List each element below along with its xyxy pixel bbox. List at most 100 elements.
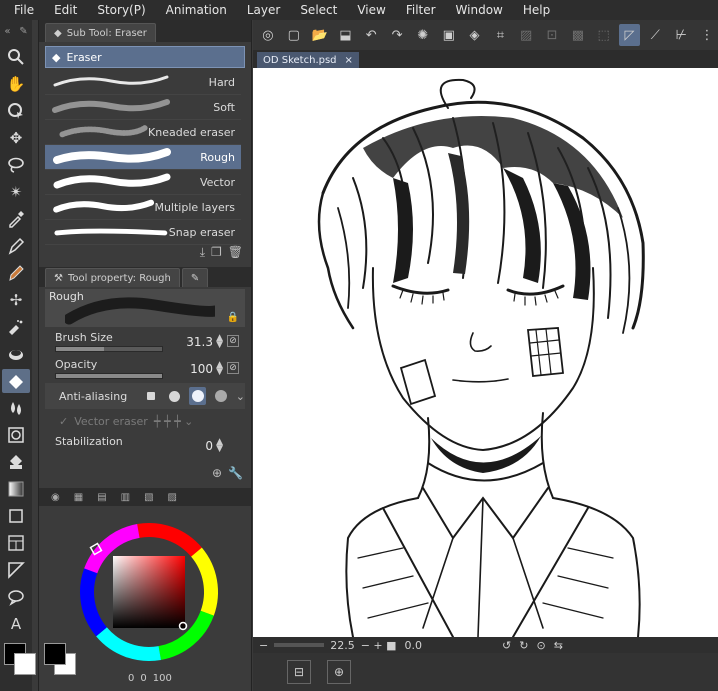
color-wheel-tab-icon[interactable]: ◉ (51, 492, 60, 503)
approximate-color-tab-icon[interactable]: ▧ (144, 492, 153, 503)
more-icon[interactable]: ⋮ (696, 24, 718, 46)
fill-icon[interactable]: ◈ (464, 24, 486, 46)
show-selection-icon[interactable]: ⬚ (593, 24, 615, 46)
app-logo-icon[interactable]: ◎ (257, 24, 279, 46)
loading-icon[interactable]: ✺ (412, 24, 434, 46)
brush-snap[interactable]: Snap eraser (45, 220, 241, 245)
collapse-icon[interactable]: « (4, 26, 10, 37)
antialiasing-medium[interactable] (189, 387, 207, 405)
menu-filter[interactable]: Filter (396, 3, 446, 17)
rotation-value[interactable]: 0.0 (405, 639, 423, 652)
fill-tool-icon[interactable] (2, 450, 30, 474)
pen-mini-icon[interactable]: ✎ (19, 26, 27, 37)
delete-preset-icon[interactable]: 🗑 (228, 245, 243, 263)
tool-property-tab-secondary[interactable]: ✎ (181, 268, 209, 287)
blend-tool-icon[interactable] (2, 396, 30, 420)
canvas-layout-icon[interactable]: ⊟ (287, 660, 311, 684)
eraser-tool-icon[interactable] (2, 369, 30, 393)
menu-help[interactable]: Help (513, 3, 560, 17)
duplicate-preset-icon[interactable]: ❐ (211, 245, 222, 263)
antialiasing-none[interactable] (142, 387, 159, 405)
new-file-icon[interactable]: ▢ (283, 24, 305, 46)
rotate-right-icon[interactable]: ↻ (519, 639, 528, 652)
opacity-row[interactable]: Opacity 100 ▲ ▼ ⊘ (45, 356, 245, 383)
crop-icon[interactable]: ⊡ (541, 24, 563, 46)
pen-tool-icon[interactable] (2, 234, 30, 258)
antialiasing-strong[interactable] (212, 387, 229, 405)
zoom-out-icon[interactable]: − (259, 639, 268, 652)
invert-selection-icon[interactable]: ▩ (567, 24, 589, 46)
eyedropper-icon[interactable] (2, 207, 30, 231)
flip-icon[interactable]: ⇆ (554, 639, 563, 652)
save-preset-icon[interactable]: ⤓ (200, 245, 205, 263)
lasso-tool-icon[interactable] (2, 153, 30, 177)
color-slider-tab-icon[interactable]: ▦ (74, 492, 83, 503)
rectangle-tool-icon[interactable] (2, 504, 30, 528)
strip-collapse[interactable]: «✎ (0, 20, 32, 42)
color-wheel[interactable] (39, 506, 253, 676)
antialiasing-weak[interactable] (166, 387, 183, 405)
canvas-fit-icon[interactable]: ⊕ (327, 660, 351, 684)
stabilization-row[interactable]: Stabilization 0 ▲ ▼ (45, 433, 245, 460)
undo-icon[interactable]: ↶ (360, 24, 382, 46)
menu-edit[interactable]: Edit (44, 3, 87, 17)
zoom-value[interactable]: 22.5 (330, 639, 355, 652)
zoom-stepper-icon[interactable]: − + ■ (361, 639, 397, 652)
antialiasing-dropdown-icon[interactable]: ⌄ (236, 390, 245, 403)
stabilization-value[interactable]: 0 (205, 439, 213, 453)
snap-ruler-icon[interactable]: ◸ (618, 24, 641, 46)
menu-file[interactable]: File (0, 3, 44, 17)
foreground-color-swatch-panel[interactable] (44, 643, 66, 665)
menu-story[interactable]: Story(P) (87, 3, 155, 17)
document-tab[interactable]: OD Sketch.psd × (257, 52, 359, 68)
figure-tool-icon[interactable] (2, 423, 30, 447)
transform-icon[interactable]: ⌗ (489, 24, 511, 46)
menu-animation[interactable]: Animation (156, 3, 237, 17)
vector-eraser-mode-icons[interactable]: ┿ ┿ ┿ ⌄ (154, 415, 194, 428)
zoom-slider[interactable] (274, 643, 325, 647)
brush-size-value[interactable]: 31.3 (186, 335, 213, 349)
brush-size-slider[interactable] (55, 346, 163, 352)
brush-soft[interactable]: Soft (45, 95, 241, 120)
brush-size-pressure-toggle[interactable]: ⊘ (227, 335, 239, 347)
brush-rough[interactable]: Rough (45, 145, 241, 170)
stabilization-spinner[interactable]: ▲ ▼ (216, 438, 223, 454)
menu-select[interactable]: Select (290, 3, 347, 17)
opacity-pressure-toggle[interactable]: ⊘ (227, 362, 239, 374)
gradient-tool-icon[interactable] (2, 477, 30, 501)
balloon-tool-icon[interactable] (2, 585, 30, 609)
opacity-slider[interactable] (55, 373, 163, 379)
hand-tool-icon[interactable]: ✋ (2, 72, 30, 96)
brush-vector[interactable]: Vector (45, 170, 241, 195)
menu-view[interactable]: View (347, 3, 395, 17)
brush-kneaded[interactable]: Kneaded eraser (45, 120, 241, 145)
close-icon[interactable]: × (345, 55, 353, 66)
clear-icon[interactable]: ▣ (438, 24, 460, 46)
brush-hard[interactable]: Hard (45, 70, 241, 95)
save-icon[interactable]: ⬓ (334, 24, 356, 46)
ruler-tool-icon[interactable] (2, 558, 30, 582)
subtool-group-header[interactable]: ◆ Eraser (45, 46, 245, 68)
background-color-swatch[interactable] (14, 653, 36, 675)
brush-size-spinner[interactable]: ▲ ▼ (216, 334, 223, 350)
settings-wrench-icon[interactable]: 🔧 (228, 466, 243, 484)
brush-tool-icon[interactable]: ✢ (2, 288, 30, 312)
redo-icon[interactable]: ↷ (386, 24, 408, 46)
vector-eraser-row[interactable]: ✓ Vector eraser ┿ ┿ ┿ ⌄ (45, 409, 245, 433)
opacity-spinner[interactable]: ▲ ▼ (216, 361, 223, 377)
brush-multiple-layers[interactable]: Multiple layers (45, 195, 241, 220)
rotate-left-icon[interactable]: ↺ (502, 639, 511, 652)
reset-rotation-icon[interactable]: ⊙ (536, 639, 545, 652)
tool-property-tab[interactable]: ⚒ Tool property: Rough (45, 268, 180, 287)
vector-eraser-check-icon[interactable]: ✓ (59, 415, 68, 428)
reset-icon[interactable]: ⊕ (212, 466, 222, 484)
open-file-icon[interactable]: 📂 (309, 24, 331, 46)
zoom-tool-icon[interactable] (2, 45, 30, 69)
color-history-tab-icon[interactable]: ▨ (168, 492, 177, 503)
frame-border-icon[interactable] (2, 531, 30, 555)
decoration-tool-icon[interactable] (2, 342, 30, 366)
text-tool-icon[interactable]: A (2, 612, 30, 636)
move-tool-icon[interactable]: ✥ (2, 126, 30, 150)
drawing-canvas[interactable] (253, 68, 718, 637)
menu-window[interactable]: Window (446, 3, 513, 17)
